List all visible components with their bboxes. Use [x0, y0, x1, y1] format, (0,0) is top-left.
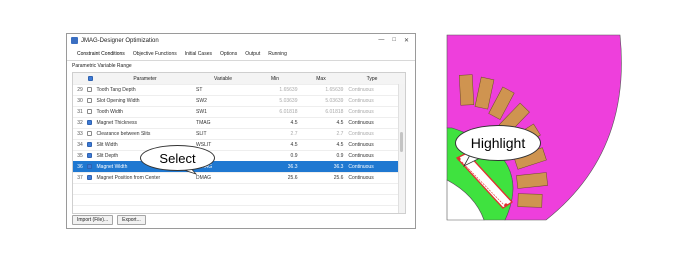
coil-7 [516, 172, 548, 189]
motor-cross-section [176, 34, 622, 221]
coil-1 [458, 74, 475, 106]
select-callout: Select [140, 145, 215, 171]
highlight-callout: Highlight [455, 125, 541, 161]
coil-8 [517, 193, 543, 208]
